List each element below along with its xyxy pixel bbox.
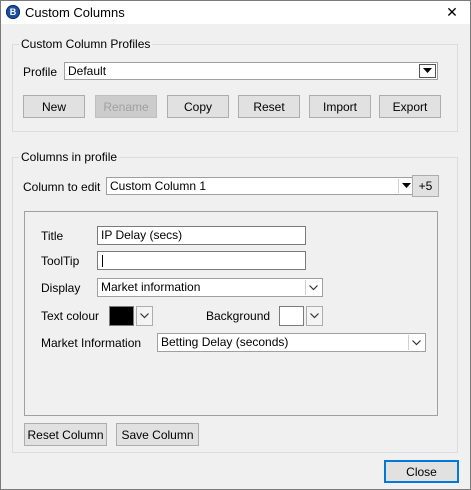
title-label: Title <box>41 229 64 243</box>
chevron-down-icon[interactable] <box>136 306 153 326</box>
import-profile-button[interactable]: Import <box>309 95 371 118</box>
text-caret <box>102 255 103 267</box>
column-settings-panel: Title IP Delay (secs) ToolTip Display Ma… <box>24 211 438 416</box>
save-column-button[interactable]: Save Column <box>116 423 199 446</box>
custom-columns-window: B Custom Columns ✕ Custom Column Profile… <box>0 0 471 490</box>
chevron-down-icon <box>419 64 436 78</box>
profile-dropdown[interactable]: Default <box>64 62 438 80</box>
chevron-down-icon <box>408 335 424 350</box>
new-profile-button[interactable]: New <box>23 95 85 118</box>
copy-profile-button[interactable]: Copy <box>167 95 229 118</box>
add-five-columns-button[interactable]: +5 <box>412 175 439 197</box>
display-dropdown-value: Market information <box>101 280 201 294</box>
rename-profile-button[interactable]: Rename <box>95 95 157 118</box>
text-colour-swatch <box>109 306 134 326</box>
text-colour-label: Text colour <box>41 309 100 323</box>
profile-dropdown-value: Default <box>68 64 107 78</box>
chevron-down-icon[interactable] <box>306 306 323 326</box>
column-to-edit-dropdown[interactable]: Custom Column 1 <box>106 177 416 195</box>
market-information-label: Market Information <box>41 336 142 350</box>
export-profile-button[interactable]: Export <box>379 95 441 118</box>
market-information-value: Betting Delay (seconds) <box>161 335 289 349</box>
app-logo-icon: B <box>6 5 20 19</box>
background-colour-picker[interactable] <box>279 306 324 326</box>
close-button[interactable]: Close <box>384 460 459 483</box>
market-information-dropdown[interactable]: Betting Delay (seconds) <box>157 333 426 352</box>
display-label: Display <box>41 281 81 295</box>
title-input[interactable]: IP Delay (secs) <box>97 226 306 245</box>
tooltip-input[interactable] <box>97 251 306 270</box>
reset-profile-button[interactable]: Reset <box>238 95 300 118</box>
chevron-down-icon <box>305 280 321 295</box>
title-bar: B Custom Columns ✕ <box>1 1 470 24</box>
reset-column-button[interactable]: Reset Column <box>24 423 107 446</box>
columns-group-legend: Columns in profile <box>19 150 120 164</box>
column-to-edit-value: Custom Column 1 <box>110 179 207 193</box>
close-window-icon[interactable]: ✕ <box>442 2 462 22</box>
tooltip-label: ToolTip <box>41 254 80 268</box>
columns-group: Columns in profile Column to edit Custom… <box>12 150 458 453</box>
window-title: Custom Columns <box>25 5 125 20</box>
background-colour-swatch <box>279 306 304 326</box>
profiles-group-legend: Custom Column Profiles <box>19 37 153 51</box>
title-input-value: IP Delay (secs) <box>101 228 183 242</box>
profiles-group: Custom Column Profiles Profile Default N… <box>12 37 458 132</box>
display-dropdown[interactable]: Market information <box>97 278 323 297</box>
column-to-edit-label: Column to edit <box>23 180 101 194</box>
text-colour-picker[interactable] <box>109 306 154 326</box>
app-logo-letter: B <box>9 7 17 17</box>
background-label: Background <box>206 309 271 323</box>
profile-label: Profile <box>23 65 58 79</box>
